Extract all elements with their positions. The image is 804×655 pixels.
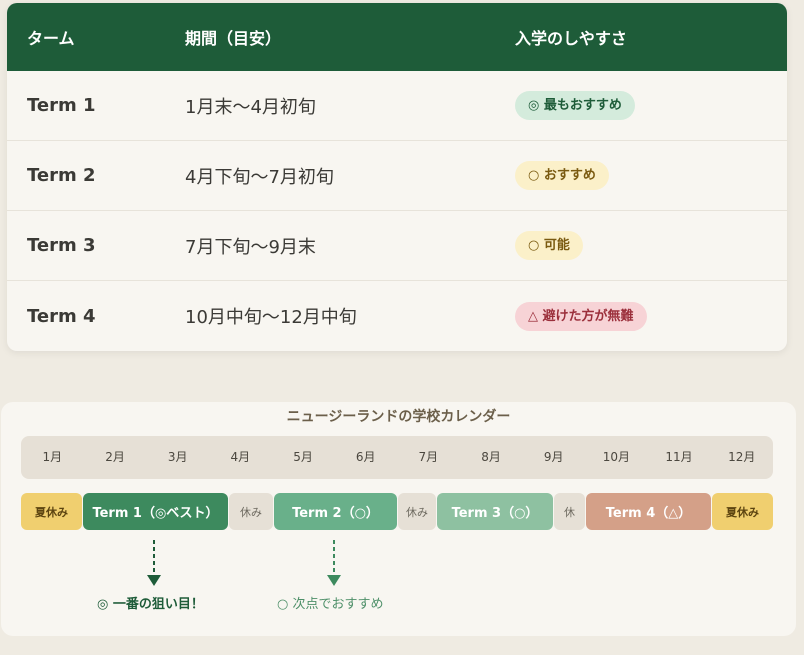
table-row: Term 4 10月中旬〜12月中旬 △ 避けた方が無難 [7,281,787,351]
month-label: 11月 [665,450,693,464]
month-label: 6月 [355,450,376,464]
summer-holiday-start: 夏休み [21,493,82,530]
break-segment: 休み [398,493,436,530]
month-label: 12月 [728,450,756,464]
arrow-down-icon [327,540,341,586]
note-recommended: ○ 次点でおすすめ [277,597,384,612]
arrow-down-icon [147,540,161,586]
ease-badge: ◎ 最もおすすめ [515,91,635,120]
table-header: ターム 期間（目安） 入学のしやすさ [7,3,787,71]
header-ease: 入学のしやすさ [515,29,627,48]
month-label: 9月 [543,450,564,464]
note-best: ◎ 一番の狙い目！ [97,597,204,612]
term2-segment: Term 2（○） [274,493,397,530]
term-name: Term 4 [27,305,96,327]
break-segment: 休 [554,493,585,530]
month-label: 7月 [418,450,439,464]
month-label: 1月 [42,450,63,464]
term-table: ターム 期間（目安） 入学のしやすさ Term 1 1月末〜4月初旬 ◎ 最もお… [7,3,787,351]
month-label: 4月 [230,450,251,464]
summer-holiday-end: 夏休み [712,493,773,530]
header-term: ターム [27,29,75,48]
term-period: 4月下旬〜7月初旬 [185,166,334,188]
term3-segment: Term 3（○） [437,493,553,530]
ease-badge: ○ おすすめ [515,161,609,190]
ease-badge: ○ 可能 [515,231,583,260]
month-label: 8月 [481,450,501,464]
month-bar: 1月 2月 3月 4月 5月 6月 7月 8月 9月 10月 11月 12月 [21,436,773,479]
table-row: Term 1 1月末〜4月初旬 ◎ 最もおすすめ [7,71,787,141]
term-name: Term 3 [27,235,96,256]
term-period: 1月末〜4月初旬 [185,96,316,118]
school-calendar: ニュージーランドの学校カレンダー 1月 2月 3月 4月 5月 6月 7月 8月… [1,402,796,636]
header-period: 期間（目安） [185,29,282,48]
ease-badge: △ 避けた方が無難 [515,301,647,331]
break-segment: 休み [229,493,273,530]
table-row: Term 2 4月下旬〜7月初旬 ○ おすすめ [7,141,787,211]
month-label: 3月 [167,450,188,464]
term1-segment: Term 1（◎ベスト） [83,493,228,530]
calendar-title: ニュージーランドの学校カレンダー [286,409,511,425]
month-label: 10月 [602,450,631,464]
term-name: Term 2 [27,165,96,186]
month-label: 5月 [293,450,313,464]
table-row: Term 3 7月下旬〜9月末 ○ 可能 [7,211,787,281]
term-period: 10月中旬〜12月中旬 [185,307,357,328]
term-period: 7月下旬〜9月末 [185,236,316,258]
month-label: 2月 [105,450,125,464]
term4-segment: Term 4（△） [586,493,711,530]
term-name: Term 1 [27,95,96,116]
